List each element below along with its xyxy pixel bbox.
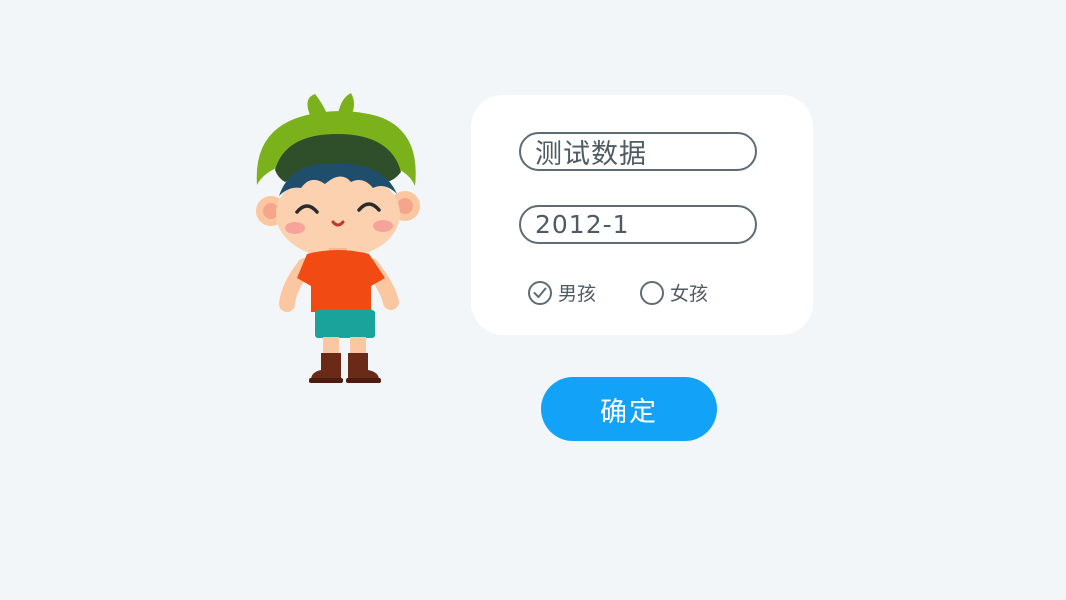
gender-option-boy[interactable]: 男孩 <box>528 279 596 306</box>
radio-unchecked-icon[interactable] <box>640 280 665 305</box>
gender-option-girl[interactable]: 女孩 <box>640 279 708 306</box>
boy-mascot-illustration <box>245 90 435 390</box>
birth-date-input[interactable] <box>535 210 741 239</box>
gender-label-boy: 男孩 <box>558 283 597 305</box>
page: 男孩 女孩 确定 <box>0 0 1066 600</box>
confirm-button[interactable]: 确定 <box>541 377 717 441</box>
gender-label-girl: 女孩 <box>670 283 709 305</box>
gender-radio-group: 男孩 女孩 <box>528 279 752 306</box>
name-field[interactable] <box>519 132 757 171</box>
radio-checked-icon[interactable] <box>528 280 552 305</box>
profile-form-card: 男孩 女孩 <box>471 95 813 335</box>
check-icon <box>533 287 547 298</box>
boy-mascot-svg <box>256 93 420 383</box>
name-input[interactable] <box>535 136 741 167</box>
birth-field[interactable] <box>519 205 757 244</box>
